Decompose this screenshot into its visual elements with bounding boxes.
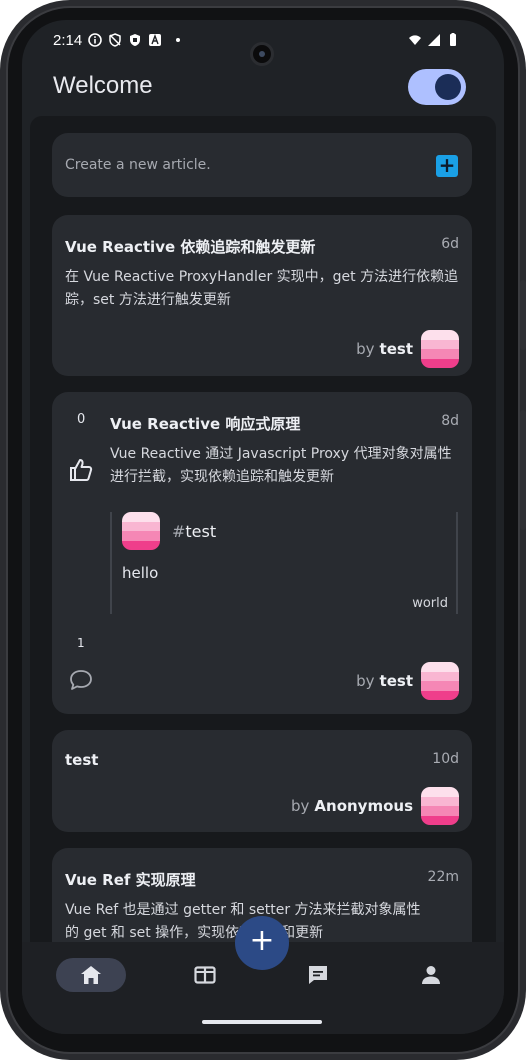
article-age: 8d bbox=[441, 413, 459, 429]
app-bar: Welcome bbox=[22, 64, 504, 114]
volume-button bbox=[520, 410, 526, 530]
signal-icon bbox=[428, 34, 440, 46]
wifi-icon bbox=[409, 35, 421, 45]
avatar[interactable] bbox=[421, 787, 459, 825]
article-byline: by test bbox=[356, 330, 459, 368]
article-byline: by test bbox=[356, 662, 459, 700]
shield-off-icon bbox=[109, 33, 121, 47]
article-title[interactable]: Vue Reactive 依赖追踪和触发更新 bbox=[65, 236, 315, 257]
dark-mode-toggle[interactable] bbox=[408, 69, 466, 105]
columns-icon bbox=[194, 966, 216, 984]
quote-text: hello bbox=[122, 564, 159, 582]
home-indicator[interactable] bbox=[202, 1020, 322, 1024]
status-time: 2:14 bbox=[53, 32, 83, 49]
status-icons-left bbox=[88, 33, 180, 47]
nav-home[interactable] bbox=[56, 958, 126, 992]
home-icon bbox=[81, 966, 101, 984]
toggle-knob bbox=[435, 74, 461, 100]
by-label: by bbox=[356, 672, 375, 690]
screen: 2:14 Welcome Create a new article. + Vue… bbox=[22, 20, 504, 1034]
article-title[interactable]: Vue Reactive 响应式原理 bbox=[110, 413, 300, 434]
phone-frame: 2:14 Welcome Create a new article. + Vue… bbox=[0, 0, 526, 1060]
info-icon bbox=[88, 33, 102, 47]
author-name[interactable]: Anonymous bbox=[314, 797, 413, 815]
font-a-icon bbox=[149, 34, 161, 46]
article-age: 6d bbox=[441, 236, 459, 252]
avatar[interactable] bbox=[421, 330, 459, 368]
article-card[interactable]: Vue Reactive 依赖追踪和触发更新 6d 在 Vue Reactive… bbox=[52, 215, 472, 376]
notification-dot-icon bbox=[176, 38, 180, 42]
chat-icon bbox=[309, 966, 327, 984]
article-age: 10d bbox=[432, 751, 459, 767]
avatar[interactable] bbox=[421, 662, 459, 700]
article-feed[interactable]: Create a new article. + Vue Reactive 依赖追… bbox=[30, 116, 496, 942]
comment-count: 1 bbox=[77, 636, 85, 650]
status-bar: 2:14 bbox=[22, 20, 504, 66]
new-article-input[interactable]: Create a new article. + bbox=[52, 133, 472, 197]
new-article-placeholder: Create a new article. bbox=[65, 157, 211, 173]
plus-icon: + bbox=[249, 923, 275, 958]
nav-columns[interactable] bbox=[170, 958, 240, 992]
article-title[interactable]: test bbox=[65, 751, 98, 769]
status-icons-right bbox=[408, 33, 460, 47]
quote-link[interactable]: world bbox=[412, 596, 448, 611]
create-post-fab[interactable]: + bbox=[235, 916, 289, 970]
camera-cutout bbox=[250, 42, 274, 66]
linked-article-quote[interactable]: #test hello world bbox=[110, 512, 458, 614]
tag-name: test bbox=[185, 522, 217, 541]
author-name[interactable]: test bbox=[380, 340, 413, 358]
avatar[interactable] bbox=[122, 512, 160, 550]
article-body: Vue Reactive 通过 Javascript Proxy 代理对象对属性… bbox=[110, 446, 452, 485]
comment-icon[interactable] bbox=[69, 669, 93, 691]
author-name[interactable]: test bbox=[380, 672, 413, 690]
power-button bbox=[520, 280, 526, 350]
thumbs-up-icon[interactable] bbox=[68, 457, 94, 483]
shield-icon bbox=[130, 34, 140, 46]
person-icon bbox=[422, 966, 440, 984]
article-title[interactable]: Vue Ref 实现原理 bbox=[65, 869, 196, 890]
article-card[interactable]: 0 Vue Reactive 响应式原理 8d Vue Reactive 通过 … bbox=[52, 392, 472, 714]
add-article-button[interactable]: + bbox=[436, 155, 458, 177]
quote-tag[interactable]: #test bbox=[172, 522, 216, 541]
article-byline: by Anonymous bbox=[291, 787, 459, 825]
hash-symbol: # bbox=[172, 522, 186, 541]
nav-messages[interactable] bbox=[283, 958, 353, 992]
article-card[interactable]: test 10d by Anonymous bbox=[52, 730, 472, 832]
battery-icon bbox=[450, 33, 456, 46]
by-label: by bbox=[291, 797, 310, 815]
article-body: 在 Vue Reactive ProxyHandler 实现中，get 方法进行… bbox=[65, 269, 459, 308]
page-title: Welcome bbox=[53, 72, 153, 99]
by-label: by bbox=[356, 340, 375, 358]
article-age: 22m bbox=[427, 869, 459, 885]
vote-count: 0 bbox=[77, 412, 86, 427]
nav-profile[interactable] bbox=[396, 958, 466, 992]
